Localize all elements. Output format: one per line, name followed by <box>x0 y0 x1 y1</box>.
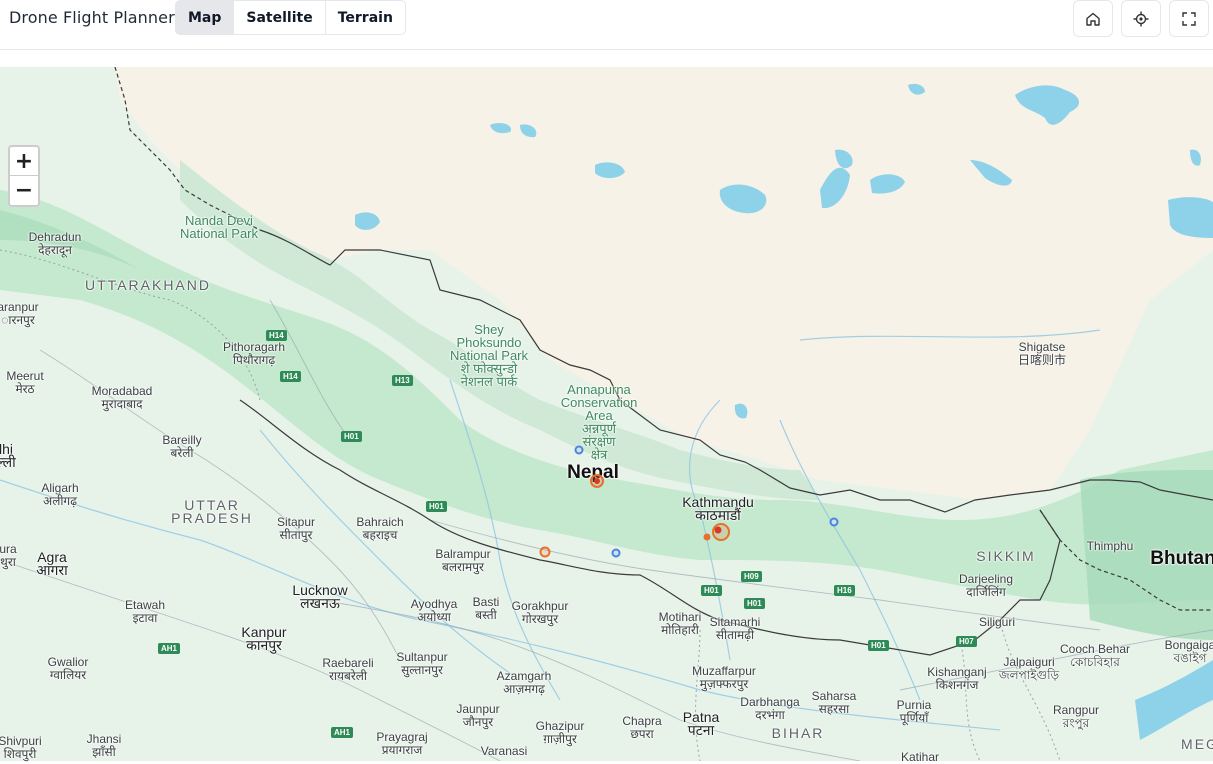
label-ghazipur: Ghazipur ग़ाज़ीपुर <box>535 719 585 746</box>
top-bar: Drone Flight Planner Map Satellite Terra… <box>0 0 1213 50</box>
label-jhansi: Jhansi झाँसी <box>86 732 122 759</box>
flight-marker[interactable] <box>594 478 600 484</box>
highway-shield: AH1 <box>331 727 354 738</box>
label-bareilly: Bareilly बरेली <box>162 433 202 460</box>
label-sultanpur: Sultanpur सुल्तानपुर <box>396 650 448 677</box>
label-raebareli: Raebareli रायबरेली <box>322 656 374 683</box>
label-shivpuri: Shivpuri शिवपुरी <box>0 734 42 761</box>
label-balrampur: Balrampur बलरामपुर <box>435 547 491 574</box>
label-chapra: Chapra छपरा <box>622 714 662 741</box>
label-moradabad: Moradabad मुरादाबाद <box>91 384 153 411</box>
label-meghalaya: MEG <box>1181 736 1213 752</box>
label-purnia: Purnia पूर्णियाँ <box>896 698 932 725</box>
highway-shield: H14 <box>266 330 287 341</box>
label-azamgarh: Azamgarh आज़मगढ़ <box>496 669 552 696</box>
label-sitamarhi: Sitamarhi सीतामढ़ी <box>709 615 761 642</box>
label-patna: Patna पटना <box>682 709 720 738</box>
tab-satellite[interactable]: Satellite <box>234 0 326 35</box>
label-darbhanga: Darbhanga दरभंगा <box>740 695 800 722</box>
tab-map[interactable]: Map <box>175 0 235 35</box>
highway-shield: AH1 <box>158 643 181 654</box>
label-meerut: Meerut मेरठ <box>6 369 44 396</box>
label-uttar-pradesh: UTTAR PRADESH <box>171 497 253 526</box>
tab-terrain[interactable]: Terrain <box>325 0 406 35</box>
label-agra: Agra आगरा <box>36 549 68 578</box>
label-kanpur: Kanpur कानपुर <box>241 624 287 653</box>
label-delhi: lhi ल्ली <box>0 441 16 470</box>
app-title: Drone Flight Planner <box>9 8 175 27</box>
highway-shield: H01 <box>744 598 765 609</box>
label-thimphu: Thimphu <box>1086 539 1134 553</box>
label-saharanpur: aranpurारनपुर <box>0 300 39 327</box>
label-nanda-devi: Nanda Devi National Park <box>179 213 259 241</box>
label-annapurna: Annapurna Conservation Area अन्नपूर्ण संरक्ष… <box>560 382 638 462</box>
label-cooch-behar: Cooch Behar কোচবিহার <box>1059 642 1131 669</box>
label-kathmandu: Kathmandu काठमाडौं <box>682 494 754 523</box>
highway-shield: H01 <box>701 585 722 596</box>
flight-marker[interactable] <box>829 517 839 527</box>
label-shey-phoksundo: Shey Phoksundo National Park शे फोक्सुन्डो न… <box>449 322 529 389</box>
label-ayodhya: Ayodhya अयोध्या <box>410 597 458 624</box>
label-dehradun: Dehradun देहरादून <box>28 230 82 257</box>
label-rangpur: Rangpur রংপুর <box>1052 703 1100 730</box>
highway-shield: H01 <box>868 640 889 651</box>
highway-shield: H09 <box>741 571 762 582</box>
label-motihari: Motihari मोतिहारी <box>658 610 702 637</box>
label-katihar: Katihar <box>900 750 940 764</box>
label-kishanganj: Kishanganj किशनगंज <box>927 665 987 692</box>
zoom-in-button[interactable]: + <box>10 147 38 176</box>
zoom-control: + − <box>8 145 40 207</box>
label-bihar: BIHAR <box>771 725 825 741</box>
home-button[interactable] <box>1073 0 1113 37</box>
home-icon <box>1086 12 1100 26</box>
label-basti: Basti बस्ती <box>472 595 500 622</box>
label-shigatse: Shigatse 日喀则市 <box>1017 340 1067 367</box>
label-sikkim: SIKKIM <box>976 548 1036 564</box>
label-jalpaiguri: Jalpaiguri জলপাইগুড়ি <box>998 655 1060 682</box>
label-gorakhpur: Gorakhpur गोरखपुर <box>511 599 569 626</box>
highway-shield: H16 <box>834 585 855 596</box>
highway-shield: H07 <box>956 636 977 647</box>
label-bhutan: Bhutan <box>1150 548 1213 569</box>
label-uttarakhand: UTTARAKHAND <box>85 277 211 293</box>
locate-button[interactable] <box>1121 0 1161 37</box>
label-mathura: ura थुरा <box>0 542 17 569</box>
highway-shield: H01 <box>341 431 362 442</box>
crosshair-icon <box>1133 11 1149 26</box>
zoom-out-button[interactable]: − <box>10 176 38 205</box>
highway-shield: H13 <box>392 375 413 386</box>
flight-marker[interactable] <box>539 546 551 558</box>
map-type-toggle: Map Satellite Terrain <box>175 0 406 35</box>
highway-shield: H14 <box>280 371 301 382</box>
label-lucknow: Lucknow लखनऊ <box>292 582 348 611</box>
highway-shield: H01 <box>426 501 447 512</box>
flight-marker[interactable] <box>574 445 584 455</box>
label-jaunpur: Jaunpur जौनपुर <box>456 702 500 729</box>
flight-marker[interactable] <box>714 526 722 534</box>
label-gwalior: Gwalior ग्वालियर <box>47 655 89 682</box>
label-darjeeling: Darjeeling दार्जिलिंग <box>958 572 1014 599</box>
label-muzaffarpur: Muzaffarpur मुज़फ्फरपुर <box>692 664 756 691</box>
flight-marker[interactable] <box>703 533 711 541</box>
fullscreen-icon <box>1182 11 1196 26</box>
label-sitapur: Sitapur सीतापुर <box>276 515 316 542</box>
label-prayagraj: Prayagraj प्रयागराज <box>376 730 428 757</box>
label-pithoragarh: Pithoragarh पिथौरागढ़ <box>222 340 286 367</box>
label-varanasi: Varanasi <box>480 744 528 758</box>
label-saharsa: Saharsa सहरसा <box>811 689 857 716</box>
label-aligarh: Aligarh अलीगढ़ <box>41 481 79 508</box>
label-etawah: Etawah इटावा <box>124 598 166 625</box>
label-siliguri: Siliguri <box>978 615 1016 629</box>
fullscreen-button[interactable] <box>1169 0 1209 37</box>
label-bongaigaon: Bongaiga বঙাইগ <box>1164 638 1213 665</box>
label-bahraich: Bahraich बहराइच <box>356 515 404 542</box>
flight-marker[interactable] <box>611 548 621 558</box>
